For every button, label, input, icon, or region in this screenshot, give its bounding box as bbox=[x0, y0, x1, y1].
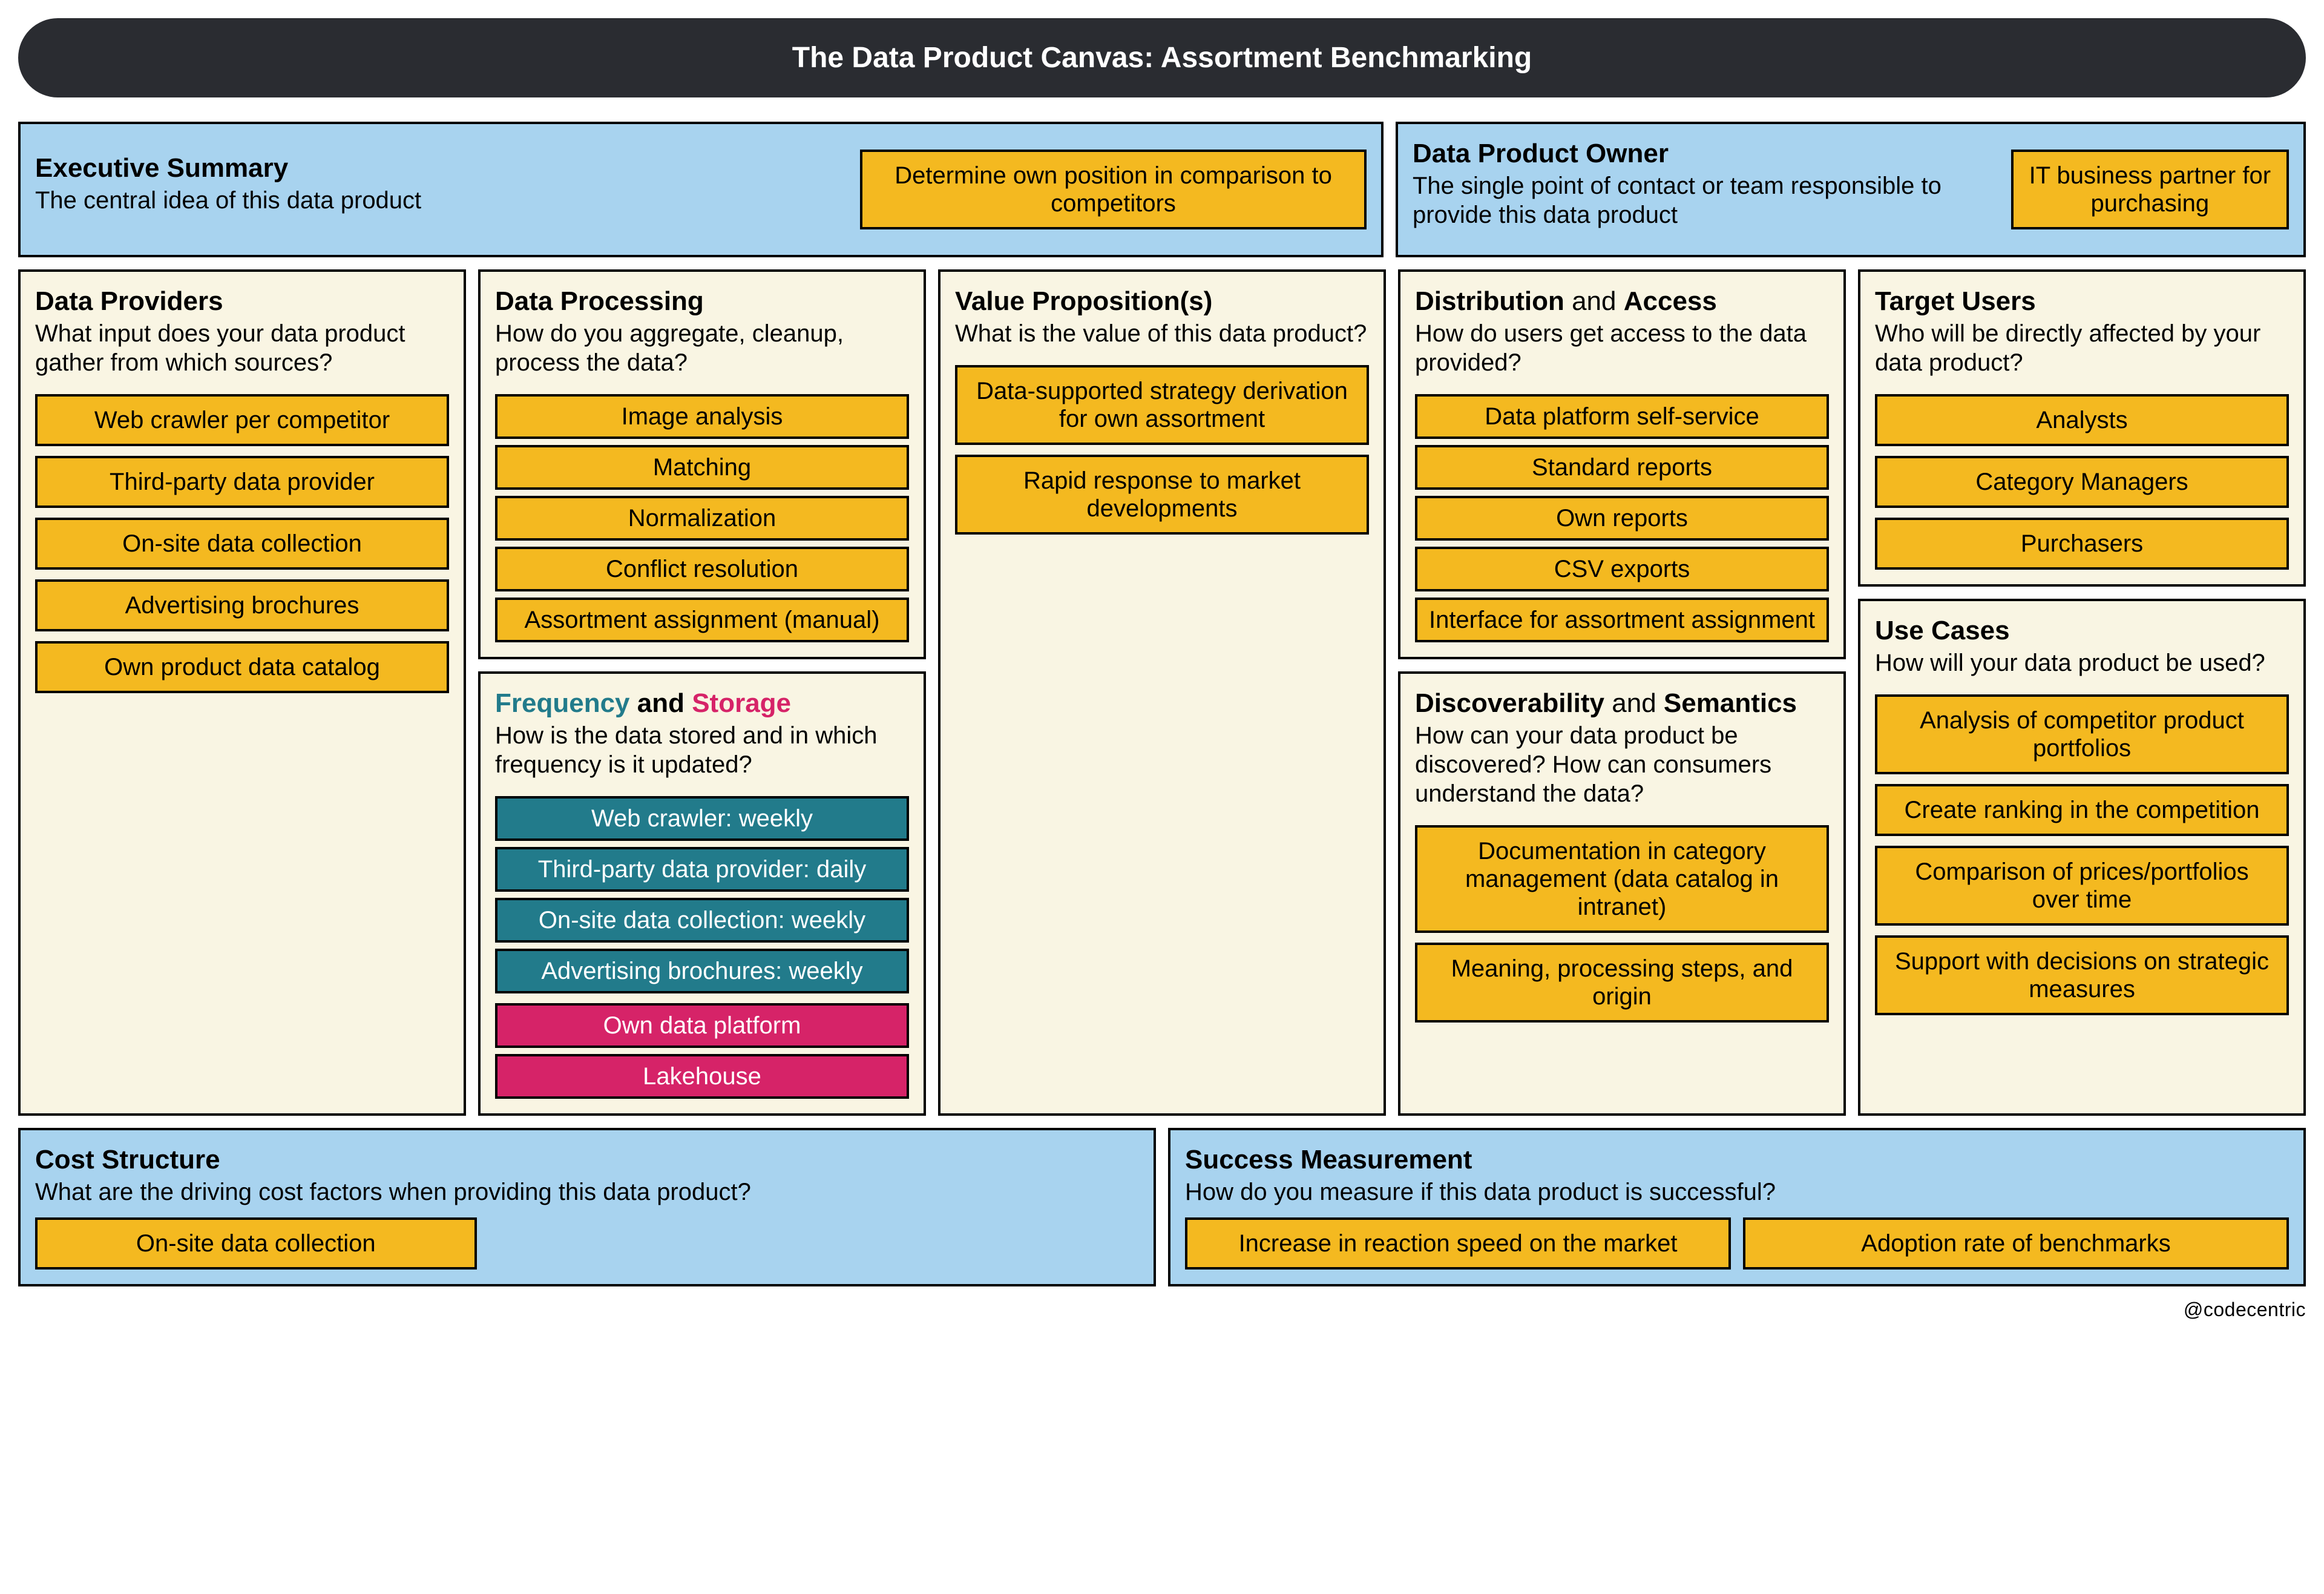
chip-list: Data-supported strategy derivation for o… bbox=[955, 365, 1369, 535]
panel-cost-structure: Cost Structure What are the driving cost… bbox=[18, 1128, 1156, 1286]
chip: Matching bbox=[495, 445, 909, 490]
chip: Own product data catalog bbox=[35, 641, 449, 693]
chip: Increase in reaction speed on the market bbox=[1185, 1217, 1731, 1270]
panel-heading: Data Processing bbox=[495, 286, 909, 317]
chip: Advertising brochures bbox=[35, 579, 449, 631]
chip: CSV exports bbox=[1415, 547, 1829, 591]
panel-data-processing: Data Processing How do you aggregate, cl… bbox=[478, 269, 926, 659]
chip-list: Documentation in category management (da… bbox=[1415, 825, 1829, 1023]
panel-heading: Distribution and Access bbox=[1415, 286, 1829, 317]
chip: Own data platform bbox=[495, 1003, 909, 1048]
panel-heading: Use Cases bbox=[1875, 616, 2289, 646]
heading-join: and bbox=[630, 688, 692, 718]
chip: Third-party data provider: daily bbox=[495, 847, 909, 892]
panel-heading: Data Providers bbox=[35, 286, 449, 317]
chip: Documentation in category management (da… bbox=[1415, 825, 1829, 933]
panel-target-users: Target Users Who will be directly affect… bbox=[1858, 269, 2306, 587]
brand-footer: @codecentric bbox=[18, 1299, 2306, 1321]
panel-distribution-access: Distribution and Access How do users get… bbox=[1398, 269, 1846, 659]
panel-heading: Discoverability and Semantics bbox=[1415, 688, 1829, 719]
chip: Meaning, processing steps, and origin bbox=[1415, 943, 1829, 1023]
panel-value-proposition: Value Proposition(s) What is the value o… bbox=[938, 269, 1386, 1116]
chip: On-site data collection: weekly bbox=[495, 898, 909, 943]
panel-subtitle: The central idea of this data product bbox=[35, 186, 845, 215]
panel-subtitle: What are the driving cost factors when p… bbox=[35, 1177, 1139, 1207]
panel-heading: Success Measurement bbox=[1185, 1145, 2289, 1175]
page-title: The Data Product Canvas: Assortment Benc… bbox=[18, 18, 2306, 97]
panel-heading: Value Proposition(s) bbox=[955, 286, 1369, 317]
canvas: Executive Summary The central idea of th… bbox=[18, 122, 2306, 1286]
chip: On-site data collection bbox=[35, 1217, 477, 1270]
heading-part-semantics: Semantics bbox=[1664, 688, 1797, 718]
panel-success-measurement: Success Measurement How do you measure i… bbox=[1168, 1128, 2306, 1286]
heading-join: and bbox=[1604, 688, 1664, 718]
chip: Analysts bbox=[1875, 394, 2289, 446]
panel-heading: Data Product Owner bbox=[1413, 139, 1997, 169]
panel-heading: Cost Structure bbox=[35, 1145, 1139, 1175]
heading-join: and bbox=[1564, 286, 1624, 316]
chip: Standard reports bbox=[1415, 445, 1829, 490]
chip: Advertising brochures: weekly bbox=[495, 949, 909, 993]
chip: Determine own position in comparison to … bbox=[860, 150, 1367, 229]
chip: Interface for assortment assignment bbox=[1415, 598, 1829, 642]
chip: Adoption rate of benchmarks bbox=[1743, 1217, 2289, 1270]
chip: Analysis of competitor product portfolio… bbox=[1875, 694, 2289, 774]
chip-list-frequency: Web crawler: weekly Third-party data prov… bbox=[495, 796, 909, 993]
chip-list: Image analysis Matching Normalization Confl… bbox=[495, 394, 909, 642]
chip: Data-supported strategy derivation for o… bbox=[955, 365, 1369, 445]
panel-subtitle: How is the data stored and in which freq… bbox=[495, 721, 909, 779]
chip: Data platform self-service bbox=[1415, 394, 1829, 439]
panel-subtitle: How can your data product be discovered?… bbox=[1415, 721, 1829, 808]
chip: Web crawler: weekly bbox=[495, 796, 909, 841]
heading-part-access: Access bbox=[1624, 286, 1717, 316]
chip: Normalization bbox=[495, 496, 909, 541]
panel-subtitle: How do you aggregate, cleanup, process t… bbox=[495, 319, 909, 377]
panel-heading: Target Users bbox=[1875, 286, 2289, 317]
chip: Rapid response to market developments bbox=[955, 455, 1369, 535]
chip: Category Managers bbox=[1875, 456, 2289, 508]
heading-part-distribution: Distribution bbox=[1415, 286, 1564, 316]
panel-subtitle: How do users get access to the data prov… bbox=[1415, 319, 1829, 377]
panel-subtitle: The single point of contact or team resp… bbox=[1413, 171, 1997, 229]
chip: Own reports bbox=[1415, 496, 1829, 541]
chip: Third-party data provider bbox=[35, 456, 449, 508]
panel-subtitle: What input does your data product gather… bbox=[35, 319, 449, 377]
chip: Image analysis bbox=[495, 394, 909, 439]
chip-list: Web crawler per competitor Third-party da… bbox=[35, 394, 449, 693]
panel-subtitle: Who will be directly affected by your da… bbox=[1875, 319, 2289, 377]
chip: Create ranking in the competition bbox=[1875, 784, 2289, 836]
chip: Comparison of prices/portfolios over tim… bbox=[1875, 846, 2289, 926]
panel-frequency-storage: Frequency and Storage How is the data st… bbox=[478, 671, 926, 1116]
heading-part-frequency: Frequency bbox=[495, 688, 630, 718]
chip-list: Data platform self-service Standard repor… bbox=[1415, 394, 1829, 642]
chip-list-storage: Own data platform Lakehouse bbox=[495, 1003, 909, 1099]
heading-part-discoverability: Discoverability bbox=[1415, 688, 1604, 718]
panel-heading: Frequency and Storage bbox=[495, 688, 909, 719]
panel-subtitle: How do you measure if this data product … bbox=[1185, 1177, 2289, 1207]
chip: On-site data collection bbox=[35, 518, 449, 570]
chip: IT business partner for purchasing bbox=[2011, 150, 2289, 229]
chip-list: Analysis of competitor product portfolio… bbox=[1875, 694, 2289, 1015]
chip-list: Analysts Category Managers Purchasers bbox=[1875, 394, 2289, 570]
panel-data-product-owner: Data Product Owner The single point of c… bbox=[1396, 122, 2306, 257]
chip: Purchasers bbox=[1875, 518, 2289, 570]
panel-heading: Executive Summary bbox=[35, 153, 845, 183]
heading-part-storage: Storage bbox=[692, 688, 791, 718]
panel-subtitle: How will your data product be used? bbox=[1875, 648, 2289, 677]
chip: Support with decisions on strategic meas… bbox=[1875, 935, 2289, 1015]
panel-discoverability-semantics: Discoverability and Semantics How can yo… bbox=[1398, 671, 1846, 1116]
panel-use-cases: Use Cases How will your data product be … bbox=[1858, 599, 2306, 1116]
panel-subtitle: What is the value of this data product? bbox=[955, 319, 1369, 348]
chip: Lakehouse bbox=[495, 1054, 909, 1099]
panel-data-providers: Data Providers What input does your data… bbox=[18, 269, 466, 1116]
panel-executive-summary: Executive Summary The central idea of th… bbox=[18, 122, 1384, 257]
chip: Web crawler per competitor bbox=[35, 394, 449, 446]
chip: Assortment assignment (manual) bbox=[495, 598, 909, 642]
chip: Conflict resolution bbox=[495, 547, 909, 591]
